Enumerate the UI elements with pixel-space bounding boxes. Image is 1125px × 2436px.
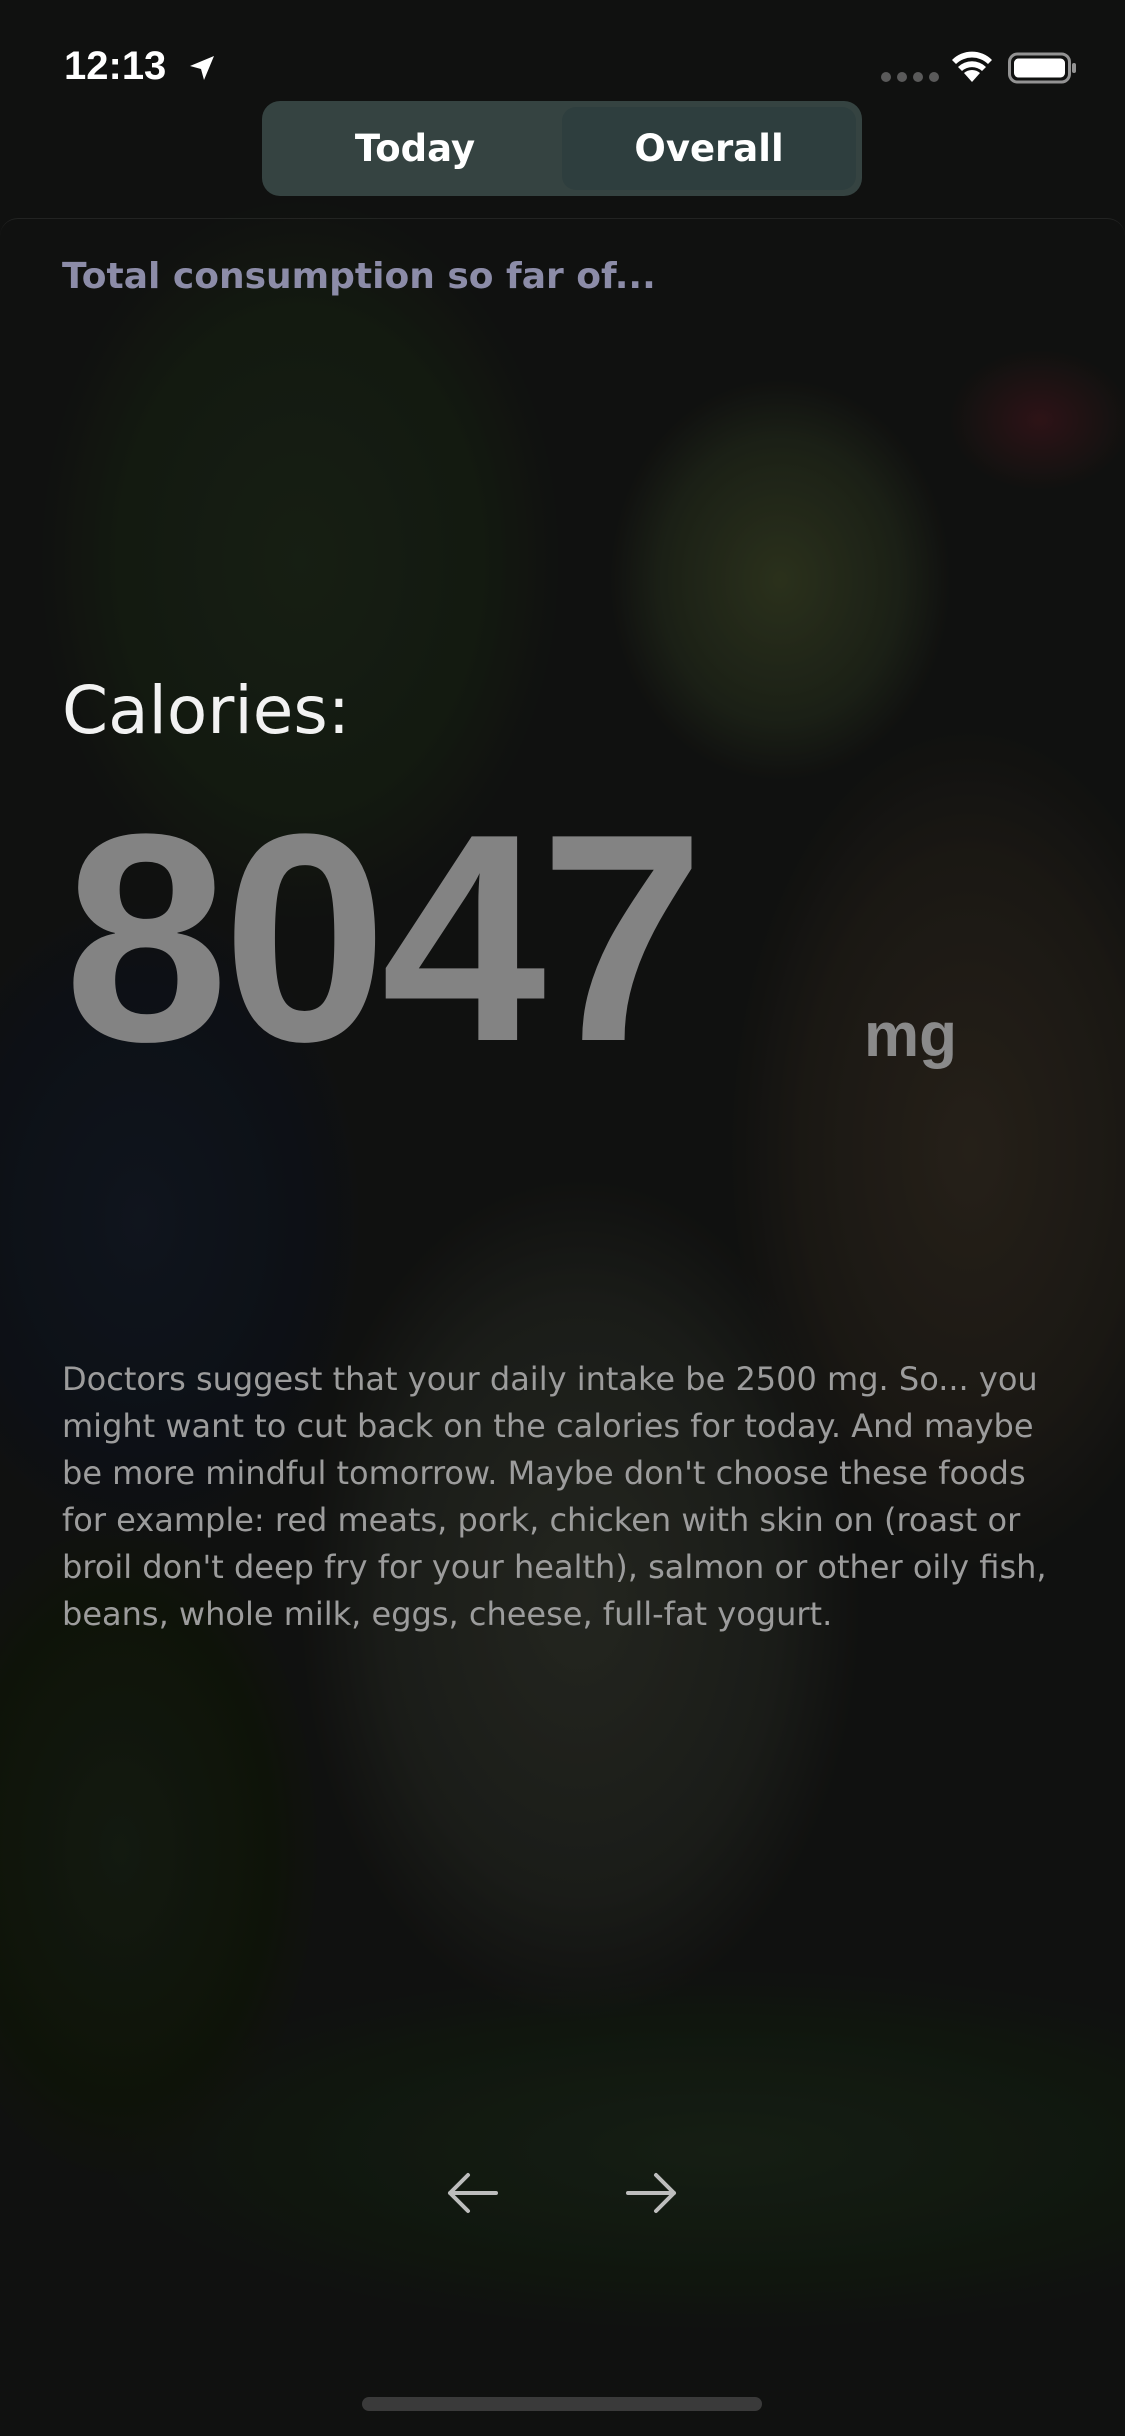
- location-arrow-icon: [190, 56, 214, 80]
- metric-label: Calories:: [62, 672, 350, 749]
- home-indicator[interactable]: [362, 2397, 762, 2411]
- tab-overall[interactable]: Overall: [562, 107, 856, 190]
- tab-today[interactable]: Today: [268, 107, 562, 190]
- status-time: 12:13: [64, 44, 167, 88]
- advice-text: Doctors suggest that your daily intake b…: [62, 1360, 1047, 1633]
- content-sheet: [0, 218, 1125, 2436]
- metric-value: 8047: [64, 772, 704, 1103]
- consumption-subtitle: Total consumption so far of...: [62, 256, 656, 297]
- arrow-left-icon[interactable]: [444, 2168, 500, 2218]
- arrow-right-icon[interactable]: [624, 2168, 680, 2218]
- screen: 12:13 Today Overall Total consumption so…: [0, 0, 1125, 2436]
- metric-unit: mg: [864, 1001, 957, 1070]
- battery-icon: [1008, 52, 1076, 84]
- cellular-signal-icon: [881, 72, 939, 82]
- wifi-icon: [952, 51, 992, 82]
- period-segmented-control: Today Overall: [262, 101, 862, 196]
